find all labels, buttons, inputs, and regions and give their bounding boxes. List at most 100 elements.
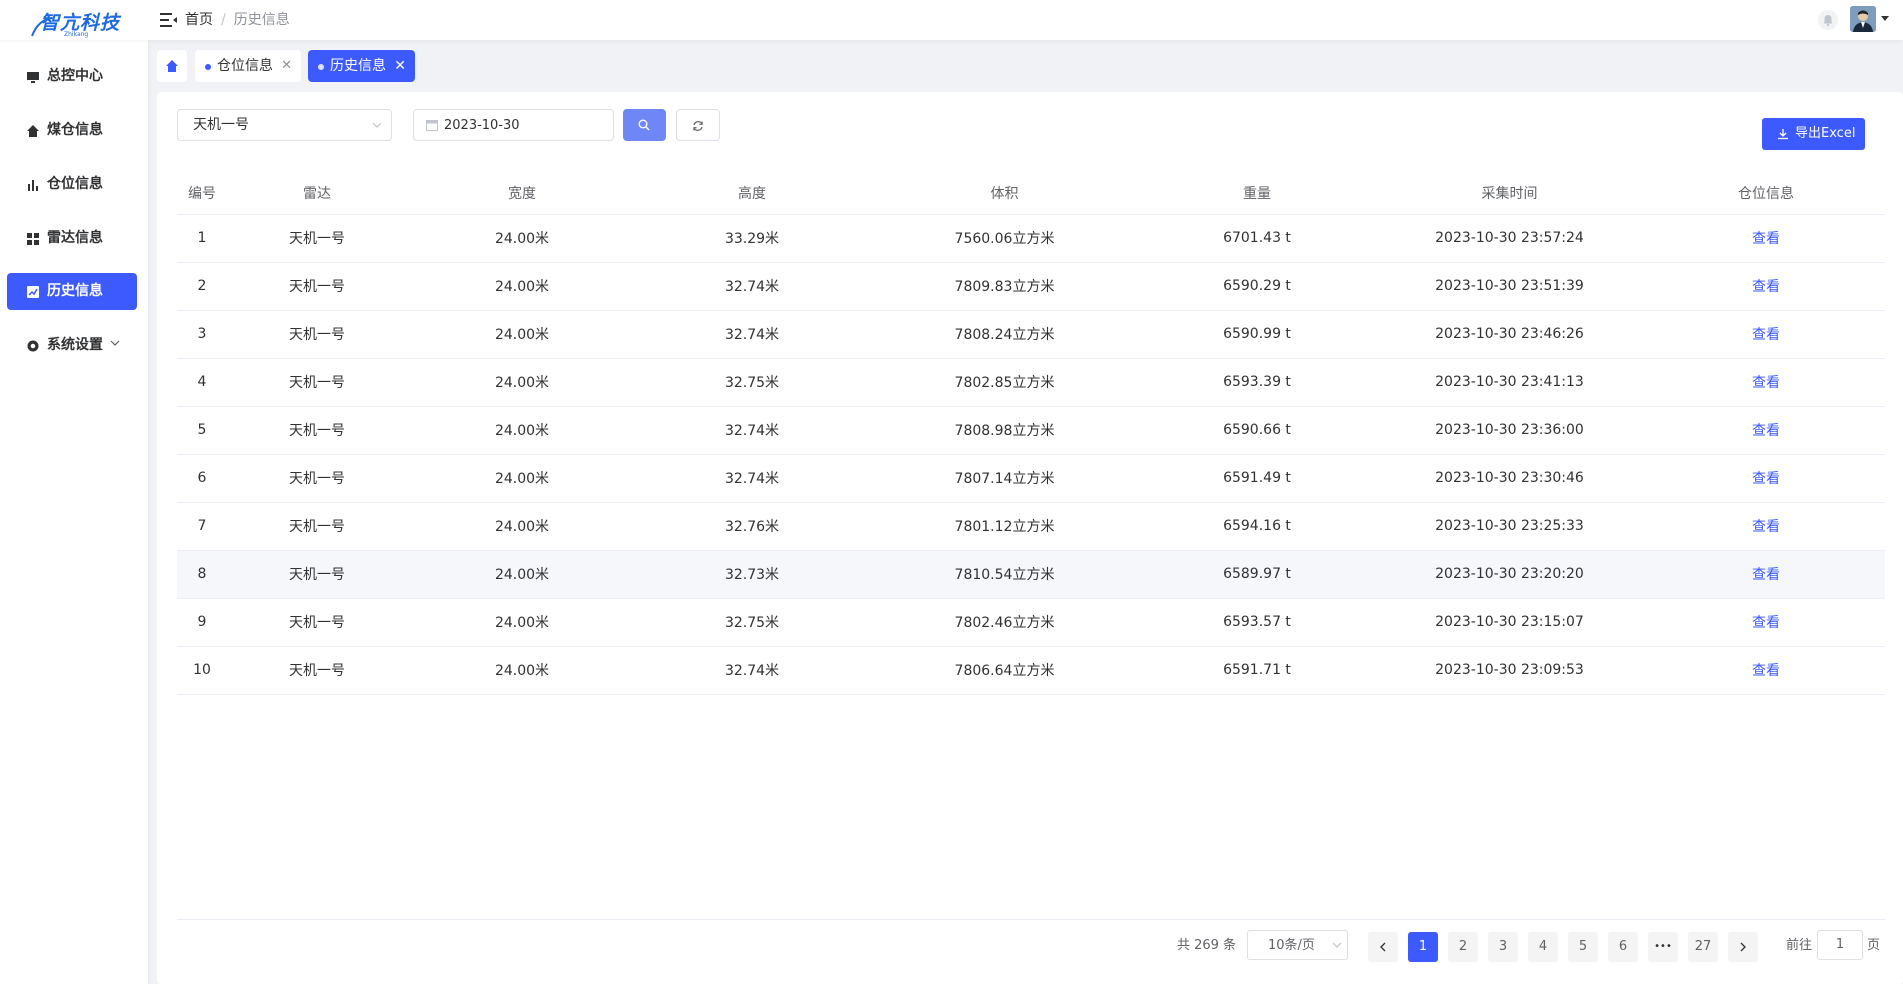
pagination-page-6[interactable]: 6 xyxy=(1608,932,1638,962)
pagination-page-5[interactable]: 5 xyxy=(1568,932,1598,962)
column-header-id[interactable]: 编号 xyxy=(177,172,227,215)
column-header-width[interactable]: 宽度 xyxy=(407,172,637,215)
cell-action: 查看 xyxy=(1647,358,1885,407)
table-row[interactable]: 7 天机一号 24.00米 32.76米 7801.12立方米 6594.16 … xyxy=(177,502,1885,551)
column-header-time[interactable]: 采集时间 xyxy=(1372,172,1647,215)
avatar[interactable] xyxy=(1850,6,1876,32)
radar-select[interactable]: 天机一号 xyxy=(177,109,392,141)
sidebar-item-label: 系统设置 xyxy=(47,337,103,353)
view-link[interactable]: 查看 xyxy=(1752,279,1780,295)
table-row[interactable]: 9 天机一号 24.00米 32.75米 7802.46立方米 6593.57 … xyxy=(177,598,1885,647)
cell-action: 查看 xyxy=(1647,646,1885,695)
sidebar-item-radar[interactable]: 雷达信息 xyxy=(7,220,137,257)
breadcrumb-current: 历史信息 xyxy=(233,12,290,28)
sidebar-item-settings[interactable]: 系统设置 xyxy=(7,327,137,364)
pagination-goto-label: 前往 xyxy=(1786,938,1813,953)
column-header-radar[interactable]: 雷达 xyxy=(227,172,407,215)
top-header: 智亢科技 Zhikang 首页 / 历史信息 xyxy=(0,0,1903,40)
export-excel-button[interactable]: 导出Excel xyxy=(1762,118,1865,150)
cell-action: 查看 xyxy=(1647,310,1885,359)
cell-height: 32.74米 xyxy=(637,310,867,359)
view-link[interactable]: 查看 xyxy=(1752,231,1780,247)
search-button[interactable] xyxy=(623,109,666,141)
view-link[interactable]: 查看 xyxy=(1752,375,1780,391)
pagination-goto-input[interactable]: 1 xyxy=(1817,930,1863,960)
pagination-page-1[interactable]: 1 xyxy=(1408,932,1438,962)
cell-width: 24.00米 xyxy=(407,310,637,359)
chevron-left-icon xyxy=(1380,942,1386,952)
table-row[interactable]: 4 天机一号 24.00米 32.75米 7802.85立方米 6593.39 … xyxy=(177,358,1885,407)
settings-icon xyxy=(27,340,39,352)
cell-id: 10 xyxy=(177,646,227,695)
chevron-down-icon xyxy=(110,340,120,346)
cell-height: 33.29米 xyxy=(637,214,867,263)
notification-bell-icon[interactable] xyxy=(1818,10,1838,30)
chevron-down-icon xyxy=(1332,942,1342,948)
tab-history[interactable]: 历史信息 ✕ xyxy=(308,50,415,82)
pagination-prev-button[interactable] xyxy=(1368,932,1398,962)
cell-id: 3 xyxy=(177,310,227,359)
table-row[interactable]: 3 天机一号 24.00米 32.74米 7808.24立方米 6590.99 … xyxy=(177,310,1885,359)
tab-home[interactable] xyxy=(157,50,187,82)
view-link[interactable]: 查看 xyxy=(1752,519,1780,535)
logo[interactable]: 智亢科技 Zhikang xyxy=(24,6,144,38)
view-link[interactable]: 查看 xyxy=(1752,327,1780,343)
pagination-page-suffix: 页 xyxy=(1867,938,1881,953)
sidebar-item-control-center[interactable]: 总控中心 xyxy=(7,58,137,95)
column-header-weight[interactable]: 重量 xyxy=(1142,172,1372,215)
cell-width: 24.00米 xyxy=(407,262,637,311)
cell-time: 2023-10-30 23:09:53 xyxy=(1372,646,1647,695)
cell-action: 查看 xyxy=(1647,406,1885,455)
view-link[interactable]: 查看 xyxy=(1752,567,1780,583)
menu-toggle-icon[interactable] xyxy=(160,12,178,28)
pagination-page-4[interactable]: 4 xyxy=(1528,932,1558,962)
column-header-height[interactable]: 高度 xyxy=(637,172,867,215)
cell-id: 9 xyxy=(177,598,227,647)
tab-bin-level[interactable]: 仓位信息 ✕ xyxy=(195,50,301,82)
view-link[interactable]: 查看 xyxy=(1752,663,1780,679)
pagination-page-2[interactable]: 2 xyxy=(1448,932,1478,962)
breadcrumb-home[interactable]: 首页 xyxy=(185,12,213,28)
cell-radar: 天机一号 xyxy=(227,358,407,407)
page-size-value: 10条/页 xyxy=(1268,938,1315,953)
sidebar-item-bin-level[interactable]: 仓位信息 xyxy=(7,166,137,203)
cell-radar: 天机一号 xyxy=(227,262,407,311)
tab-close-icon[interactable]: ✕ xyxy=(394,57,406,75)
date-value: 2023-10-30 xyxy=(444,118,520,133)
page-size-select[interactable]: 10条/页 xyxy=(1247,930,1348,960)
column-header-bin-info[interactable]: 仓位信息 xyxy=(1647,172,1885,215)
cell-weight: 6589.97 t xyxy=(1142,550,1372,599)
table-row[interactable]: 5 天机一号 24.00米 32.74米 7808.98立方米 6590.66 … xyxy=(177,406,1885,455)
cell-id: 2 xyxy=(177,262,227,311)
tab-label: 历史信息 xyxy=(330,58,386,74)
table-row[interactable]: 6 天机一号 24.00米 32.74米 7807.14立方米 6591.49 … xyxy=(177,454,1885,503)
user-menu-caret-icon[interactable] xyxy=(1881,16,1889,21)
pagination-next-button[interactable] xyxy=(1728,932,1758,962)
search-icon xyxy=(638,119,650,131)
cell-radar: 天机一号 xyxy=(227,502,407,551)
home-icon xyxy=(27,125,39,137)
column-header-volume[interactable]: 体积 xyxy=(867,172,1142,215)
cell-radar: 天机一号 xyxy=(227,646,407,695)
pagination-page-3[interactable]: 3 xyxy=(1488,932,1518,962)
table-row[interactable]: 10 天机一号 24.00米 32.74米 7806.64立方米 6591.71… xyxy=(177,646,1885,695)
cell-id: 1 xyxy=(177,214,227,263)
reset-button[interactable] xyxy=(676,109,720,141)
pagination-more-icon[interactable]: ••• xyxy=(1648,932,1678,962)
date-picker[interactable]: 2023-10-30 xyxy=(413,109,614,141)
cell-width: 24.00米 xyxy=(407,454,637,503)
cell-volume: 7806.64立方米 xyxy=(867,646,1142,695)
table-row[interactable]: 8 天机一号 24.00米 32.73米 7810.54立方米 6589.97 … xyxy=(177,550,1885,599)
tab-close-icon[interactable]: ✕ xyxy=(281,57,292,75)
cell-height: 32.76米 xyxy=(637,502,867,551)
table-row[interactable]: 2 天机一号 24.00米 32.74米 7809.83立方米 6590.29 … xyxy=(177,262,1885,311)
sidebar-item-history[interactable]: 历史信息 xyxy=(7,273,137,310)
view-link[interactable]: 查看 xyxy=(1752,423,1780,439)
pagination-page-last[interactable]: 27 xyxy=(1688,932,1718,962)
cell-height: 32.74米 xyxy=(637,454,867,503)
sidebar-item-coal-bunker[interactable]: 煤仓信息 xyxy=(7,112,137,149)
table-row[interactable]: 1 天机一号 24.00米 33.29米 7560.06立方米 6701.43 … xyxy=(177,214,1885,263)
cell-id: 7 xyxy=(177,502,227,551)
view-link[interactable]: 查看 xyxy=(1752,471,1780,487)
view-link[interactable]: 查看 xyxy=(1752,615,1780,631)
